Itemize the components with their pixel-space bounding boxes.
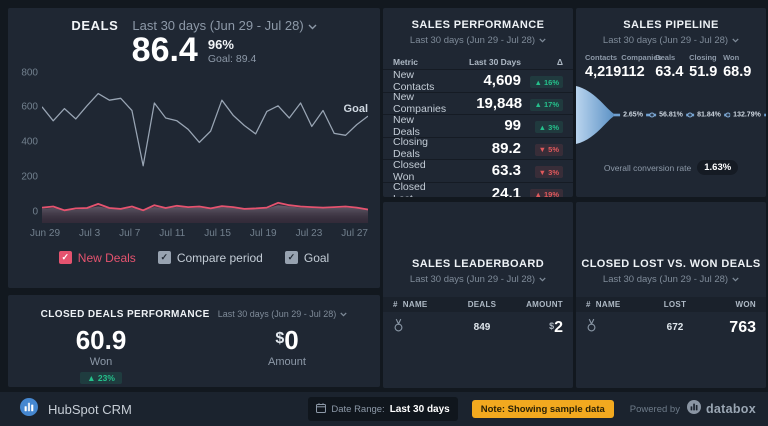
pipeline-stage: Companies112 [621, 53, 655, 80]
conversion-rate: 132.79% [730, 112, 764, 119]
chevron-down-icon [732, 38, 739, 43]
chevron-down-icon [340, 312, 347, 317]
goal-line-label: Goal [344, 103, 368, 115]
dashboard: DEALS Last 30 days (Jun 29 - Jul 28) 86.4… [8, 8, 766, 388]
goal-line [42, 93, 368, 165]
deals-title: DEALS [71, 18, 118, 33]
delta-badge: ▲ 19% [530, 189, 563, 197]
table-header: # NAME LOST WON [576, 297, 766, 312]
closed-deals-date-range-dropdown[interactable]: Last 30 days (Jun 29 - Jul 28) [218, 309, 348, 319]
table-row: Closing Deals89.2▼ 5% [383, 138, 573, 161]
delta-badge: ▲ 17% [530, 99, 563, 111]
deals-line-chart: 800 600 400 200 0 [42, 73, 368, 223]
closed-lost-won-table: # NAME LOST WON 672 763 [576, 297, 766, 344]
table-row: Closed Won63.3▼ 3% [383, 160, 573, 183]
delta-badge: ▼ 3% [535, 166, 563, 178]
sample-data-note: Note: Showing sample data [472, 400, 614, 418]
hubspot-logo-icon [20, 398, 38, 421]
data-source: HubSpot CRM [20, 398, 132, 421]
deals-goal-caption: Goal: 89.4 [208, 53, 256, 65]
panel-title: SALES PIPELINE [576, 8, 766, 31]
checkbox-checked-icon: ✓ [285, 251, 298, 264]
funnel-node [650, 113, 654, 117]
table-row: 849 $2 [383, 312, 573, 344]
pipeline-stage: Closing51.9 [689, 53, 723, 80]
databox-logo-icon [687, 400, 701, 419]
panel-title: CLOSED LOST VS. WON DEALS [576, 247, 766, 270]
won-label: Won [8, 356, 194, 368]
chart-legend: ✓New Deals ✓Compare period ✓Goal [8, 251, 380, 265]
sales-performance-table: Metric Last 30 Days Δ New Contacts4,609▲… [383, 54, 573, 197]
closed-deals-performance-panel: CLOSED DEALS PERFORMANCE Last 30 days (Ju… [8, 295, 380, 387]
chevron-down-icon [308, 24, 317, 30]
table-row: New Deals99▲ 3% [383, 115, 573, 138]
amount-label: Amount [194, 356, 380, 368]
checkbox-checked-icon: ✓ [158, 251, 171, 264]
x-axis-ticks: Jun 29 Jul 3 Jul 7 Jul 11 Jul 15 Jul 19 … [30, 228, 368, 239]
panel-title: CLOSED DEALS PERFORMANCE [41, 309, 210, 320]
chevron-down-icon [732, 277, 739, 282]
table-header: # NAME DEALS AMOUNT [383, 297, 573, 312]
conversion-rate: 2.65% [620, 112, 646, 119]
table-row: Closed Lost24.1▲ 19% [383, 183, 573, 198]
chevron-down-icon [539, 38, 546, 43]
panel-title: SALES PERFORMANCE [383, 8, 573, 31]
y-axis-ticks: 800 600 400 200 0 [14, 73, 38, 223]
sales-performance-date-range-dropdown[interactable]: Last 30 days (Jun 29 - Jul 28) [383, 35, 573, 46]
legend-new-deals[interactable]: ✓New Deals [59, 251, 136, 265]
closed-lost-won-date-range-dropdown[interactable]: Last 30 days (Jun 29 - Jul 28) [576, 274, 766, 285]
checkbox-checked-icon: ✓ [59, 251, 72, 264]
delta-badge: ▲ 3% [535, 121, 563, 133]
delta-badge: ▼ 5% [535, 144, 563, 156]
delta-badge: ▲ 16% [530, 76, 563, 88]
medal-icon [393, 318, 455, 338]
pipeline-stage: Won68.9 [723, 53, 757, 80]
pipeline-stages: Contacts4,219 Companies112 Deals63.4 Clo… [576, 53, 766, 80]
conversion-rate: 81.84% [694, 112, 724, 119]
amount-value: $0 [194, 326, 380, 355]
sales-performance-panel: SALES PERFORMANCE Last 30 days (Jun 29 -… [383, 8, 573, 197]
chart-canvas [42, 73, 368, 223]
deals-panel: DEALSLast 30 days (Jun 29 - Jul 28) 86.4… [8, 8, 380, 288]
deals-value: 86.4 [132, 33, 198, 69]
pipeline-date-range-dropdown[interactable]: Last 30 days (Jun 29 - Jul 28) [576, 35, 766, 46]
medal-icon [586, 318, 648, 338]
chevron-down-icon [539, 277, 546, 282]
won-value: 60.9 [8, 326, 194, 355]
overall-conversion: Overall conversion rate 1.63% [576, 160, 766, 175]
deals-goal-percent: 96% [208, 37, 256, 52]
footer-bar: HubSpot CRM Date Range: Last 30 days Not… [0, 392, 768, 426]
table-row: New Companies19,848▲ 17% [383, 93, 573, 116]
closed-lost-won-panel: CLOSED LOST VS. WON DEALS Last 30 days (… [576, 202, 766, 388]
funnel-node [688, 113, 692, 117]
pipeline-funnel-chart: 2.65% 56.81% 81.84% 132.79% [576, 83, 766, 147]
sales-leaderboard-panel: SALES LEADERBOARD Last 30 days (Jun 29 -… [383, 202, 573, 388]
footer-date-range-control[interactable]: Date Range: Last 30 days [308, 397, 457, 421]
pipeline-stage: Deals63.4 [655, 53, 689, 80]
table-row: New Contacts4,609▲ 16% [383, 70, 573, 93]
legend-compare-period[interactable]: ✓Compare period [158, 251, 263, 265]
panel-title: SALES LEADERBOARD [383, 247, 573, 270]
powered-by[interactable]: Powered by databox [630, 400, 756, 419]
source-name: HubSpot CRM [48, 402, 132, 417]
leaderboard-table: # NAME DEALS AMOUNT 849 $2 [383, 297, 573, 344]
databox-wordmark: databox [706, 402, 756, 416]
sales-pipeline-panel: SALES PIPELINE Last 30 days (Jun 29 - Ju… [576, 8, 766, 197]
leaderboard-date-range-dropdown[interactable]: Last 30 days (Jun 29 - Jul 28) [383, 274, 573, 285]
pipeline-stage: Contacts4,219 [585, 53, 621, 80]
calendar-icon [316, 400, 326, 418]
funnel-stage-shape [576, 86, 614, 144]
table-row: 672 763 [576, 312, 766, 344]
won-delta-badge: ▲ 23% [80, 372, 122, 384]
conversion-rate: 56.81% [656, 112, 686, 119]
legend-goal[interactable]: ✓Goal [285, 251, 329, 265]
table-header: Metric Last 30 Days Δ [383, 54, 573, 70]
